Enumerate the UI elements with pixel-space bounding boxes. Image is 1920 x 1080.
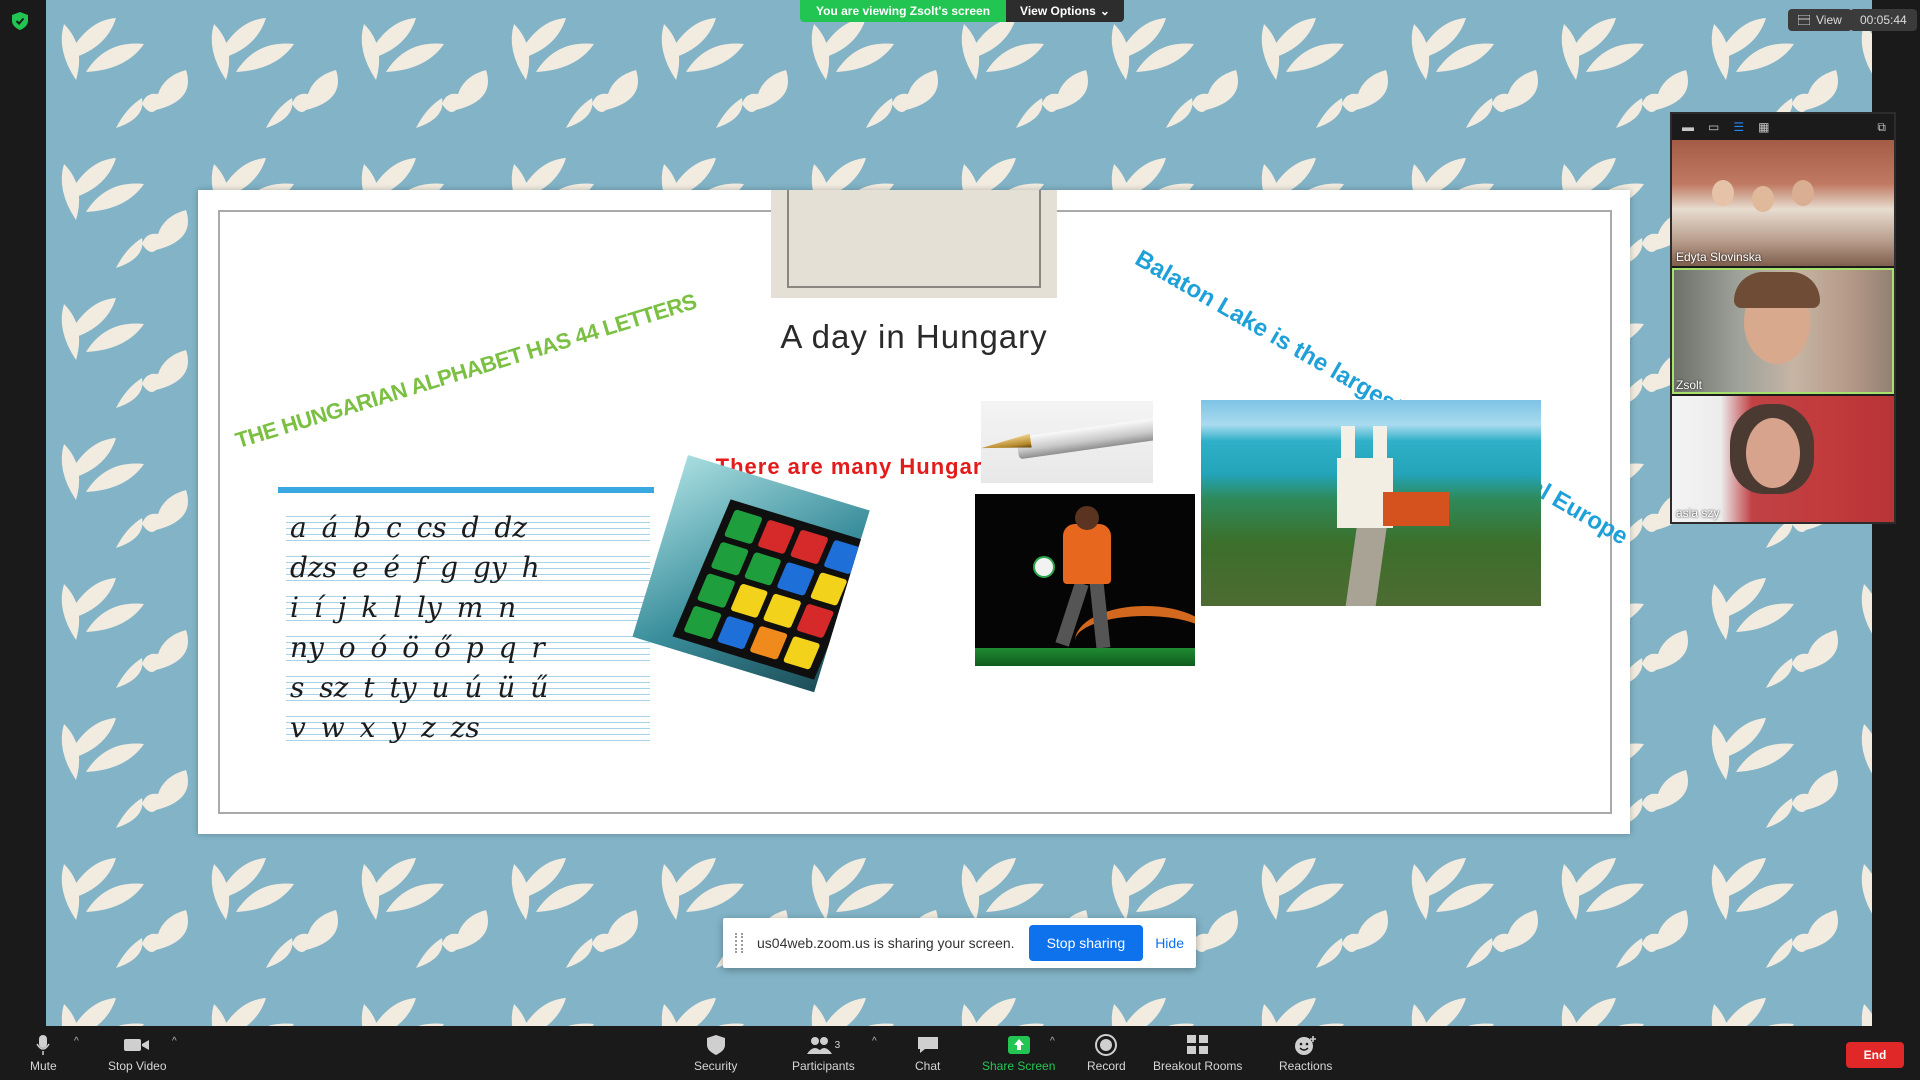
slide-title: A day in Hungary (780, 318, 1048, 355)
stop-video-button[interactable]: Stop Video (108, 1034, 167, 1073)
alphabet-row: v w x y z zs (286, 711, 650, 744)
participants-label: Participants (792, 1059, 855, 1073)
thumbnail-view-icon[interactable]: ▭ (1708, 120, 1719, 134)
minimize-icon[interactable]: ▬ (1682, 120, 1694, 134)
meeting-timer: 00:05:44 (1850, 9, 1917, 31)
mute-label: Mute (30, 1059, 57, 1073)
sharing-message: us04web.zoom.us is sharing your screen. (757, 935, 1015, 951)
share-screen-icon (1007, 1036, 1030, 1054)
video-panel-controls: ▬ ▭ ☰ ▦ ⧉ (1672, 114, 1894, 140)
alphabet-image: a á b c cs d dz dzs e é f g gy h i í j k… (278, 487, 654, 749)
participants-icon (806, 1037, 832, 1054)
participant-video-tile[interactable]: Zsolt (1672, 268, 1894, 394)
participants-caret-icon[interactable]: ^ (872, 1036, 877, 1047)
alphabet-row: ny o ó ö ő p q r (286, 631, 650, 664)
view-label: View (1816, 13, 1842, 27)
microphone-icon (36, 1035, 50, 1055)
record-label: Record (1087, 1059, 1126, 1073)
reactions-smiley-icon (1294, 1036, 1316, 1055)
chevron-down-icon: ⌄ (1099, 4, 1110, 18)
share-screen-label: Share Screen (982, 1059, 1056, 1073)
ballpoint-pen-image (981, 401, 1153, 483)
chat-bubble-icon (917, 1037, 938, 1053)
hide-button[interactable]: Hide (1155, 935, 1184, 951)
chat-label: Chat (915, 1059, 941, 1073)
meeting-toolbar: Mute ^ Stop Video ^ Security 3 Participa… (0, 1026, 1920, 1080)
zoom-window: A day in Hungary THE HUNGARIAN ALPHABET … (0, 0, 1920, 1080)
stop-sharing-button[interactable]: Stop sharing (1028, 925, 1144, 961)
view-options-label: View Options (1020, 4, 1096, 18)
alphabet-row: s sz t ty u ú ü ű (286, 671, 650, 704)
audio-options-caret-icon[interactable]: ^ (74, 1036, 79, 1047)
end-meeting-button[interactable]: End (1846, 1042, 1904, 1068)
encryption-shield-icon[interactable] (12, 12, 28, 30)
record-icon (1095, 1034, 1118, 1056)
alphabet-row: a á b c cs d dz (286, 511, 650, 544)
lake-balaton-image (1201, 400, 1541, 606)
video-camera-icon (124, 1039, 150, 1051)
breakout-rooms-button[interactable]: Breakout Rooms (1153, 1034, 1242, 1073)
reactions-button[interactable]: Reactions (1279, 1034, 1332, 1073)
breakout-rooms-icon (1186, 1035, 1208, 1054)
share-options-caret-icon[interactable]: ^ (1050, 1036, 1055, 1047)
stop-video-label: Stop Video (108, 1059, 167, 1073)
record-button[interactable]: Record (1087, 1034, 1126, 1073)
chat-button[interactable]: Chat (915, 1034, 940, 1073)
security-button[interactable]: Security (694, 1034, 737, 1073)
participant-name: asia szy (1676, 506, 1720, 520)
reactions-label: Reactions (1279, 1059, 1333, 1073)
participant-name: Edyta Slovinska (1676, 250, 1762, 264)
breakout-rooms-label: Breakout Rooms (1153, 1059, 1243, 1073)
view-options-button[interactable]: View Options ⌄ (1006, 0, 1124, 22)
gallery-view-icon[interactable]: ▦ (1758, 120, 1769, 134)
participants-count: 3 (834, 1039, 841, 1051)
participants-button[interactable]: 3 Participants (792, 1034, 855, 1073)
alphabet-row: i í j k l ly m n (286, 591, 650, 624)
grid-view-icon (1798, 15, 1810, 25)
mute-button[interactable]: Mute (30, 1034, 57, 1073)
security-shield-icon (706, 1035, 725, 1055)
screen-share-indicator: You are viewing Zsolt's screen View Opti… (800, 0, 1124, 22)
participant-video-tile[interactable]: Edyta Slovinska (1672, 140, 1894, 266)
participant-video-tile[interactable]: asia szy (1672, 396, 1894, 522)
slide-title-tab (771, 190, 1057, 298)
speaker-view-icon[interactable]: ☰ (1733, 120, 1744, 134)
view-button[interactable]: View (1788, 9, 1852, 31)
share-screen-button[interactable]: Share Screen (982, 1034, 1055, 1073)
alphabet-row: dzs e é f g gy h (286, 551, 650, 584)
sharing-notification-bar: us04web.zoom.us is sharing your screen. … (723, 918, 1196, 968)
participant-name: Zsolt (1676, 378, 1703, 392)
video-options-caret-icon[interactable]: ^ (172, 1036, 177, 1047)
security-label: Security (694, 1059, 738, 1073)
presentation-slide: A day in Hungary THE HUNGARIAN ALPHABET … (198, 190, 1633, 834)
video-panel[interactable]: ▬ ▭ ☰ ▦ ⧉ Edyta Slovinska Zsolt asia szy (1670, 112, 1896, 524)
exit-panel-icon[interactable]: ⧉ (1877, 120, 1886, 135)
drag-handle-icon[interactable] (735, 933, 743, 953)
teqball-player-image (975, 494, 1195, 666)
viewing-label: You are viewing Zsolt's screen (800, 0, 1007, 22)
